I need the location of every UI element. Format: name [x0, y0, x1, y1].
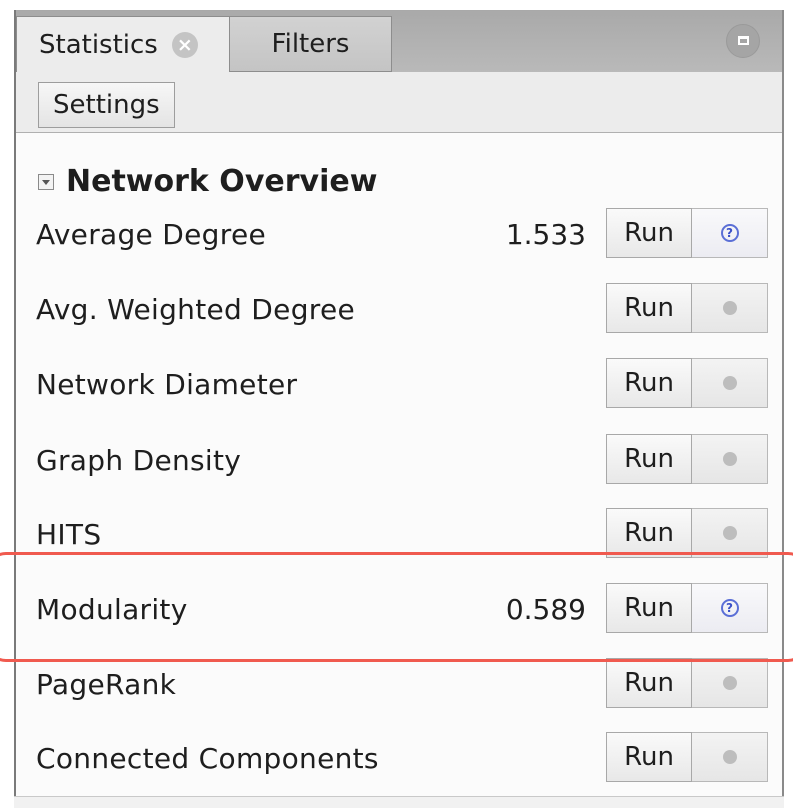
- statistic-row: Graph Density Run: [16, 434, 782, 494]
- statistics-panel: Statistics × Filters Settings Network Ov…: [14, 10, 784, 808]
- help-question-icon: ?: [720, 599, 739, 617]
- disabled-dot-icon: [722, 676, 737, 690]
- statistic-label: Network Diameter: [36, 368, 298, 401]
- run-button[interactable]: Run: [606, 208, 692, 258]
- disabled-dot-icon: [722, 376, 737, 390]
- run-button[interactable]: Run: [606, 434, 692, 484]
- tab-filters[interactable]: Filters: [230, 16, 392, 72]
- tab-statistics[interactable]: Statistics ×: [16, 16, 230, 72]
- settings-button[interactable]: Settings: [38, 82, 175, 128]
- statistic-row: Network Diameter Run: [16, 358, 782, 418]
- run-button[interactable]: Run: [606, 732, 692, 782]
- run-button[interactable]: Run: [606, 508, 692, 558]
- statistic-label: Avg. Weighted Degree: [36, 293, 356, 326]
- minimize-glyph: [738, 36, 749, 45]
- tab-filters-label: Filters: [271, 29, 350, 59]
- statistic-label: Connected Components: [36, 742, 379, 775]
- run-button[interactable]: Run: [606, 583, 692, 633]
- statistic-row: HITS Run: [16, 508, 782, 568]
- statistic-label: Modularity: [36, 593, 188, 626]
- disabled-dot-icon: [722, 301, 737, 315]
- statistic-label: HITS: [36, 518, 102, 551]
- report-button-disabled[interactable]: [692, 358, 768, 408]
- statistic-value: 1.533: [505, 218, 586, 251]
- tab-statistics-label: Statistics: [39, 29, 158, 60]
- disabled-dot-icon: [722, 526, 737, 540]
- report-button-disabled[interactable]: [692, 508, 768, 558]
- statistic-label: Average Degree: [36, 218, 266, 251]
- tab-bar: Statistics × Filters: [16, 10, 782, 73]
- statistic-label: PageRank: [36, 668, 177, 701]
- report-button[interactable]: ?: [692, 583, 768, 633]
- statistic-row: Average Degree 1.533 Run?: [16, 208, 782, 268]
- panel-bottom-edge: [14, 796, 784, 808]
- statistic-row: Modularity 0.589 Run?: [16, 583, 782, 643]
- statistic-label: Graph Density: [36, 444, 242, 477]
- run-button[interactable]: Run: [606, 358, 692, 408]
- report-button-disabled[interactable]: [692, 732, 768, 782]
- disabled-dot-icon: [722, 452, 737, 466]
- section-title: Network Overview: [66, 164, 378, 199]
- run-button[interactable]: Run: [606, 658, 692, 708]
- report-button-disabled[interactable]: [692, 434, 768, 484]
- section-header-network-overview[interactable]: Network Overview: [38, 164, 377, 199]
- minimize-icon[interactable]: [726, 24, 760, 58]
- close-icon[interactable]: ×: [171, 31, 198, 58]
- report-button-disabled[interactable]: [692, 283, 768, 333]
- disabled-dot-icon: [722, 750, 737, 764]
- statistic-row: Connected Components Run: [16, 732, 782, 792]
- help-question-icon: ?: [720, 224, 739, 242]
- run-button[interactable]: Run: [606, 283, 692, 333]
- statistic-value: 0.589: [505, 593, 586, 626]
- report-button-disabled[interactable]: [692, 658, 768, 708]
- statistic-row: PageRank Run: [16, 658, 782, 718]
- collapse-arrow-icon[interactable]: [38, 173, 54, 190]
- settings-toolbar: Settings: [16, 72, 782, 133]
- report-button[interactable]: ?: [692, 208, 768, 258]
- statistic-row: Avg. Weighted Degree Run: [16, 283, 782, 343]
